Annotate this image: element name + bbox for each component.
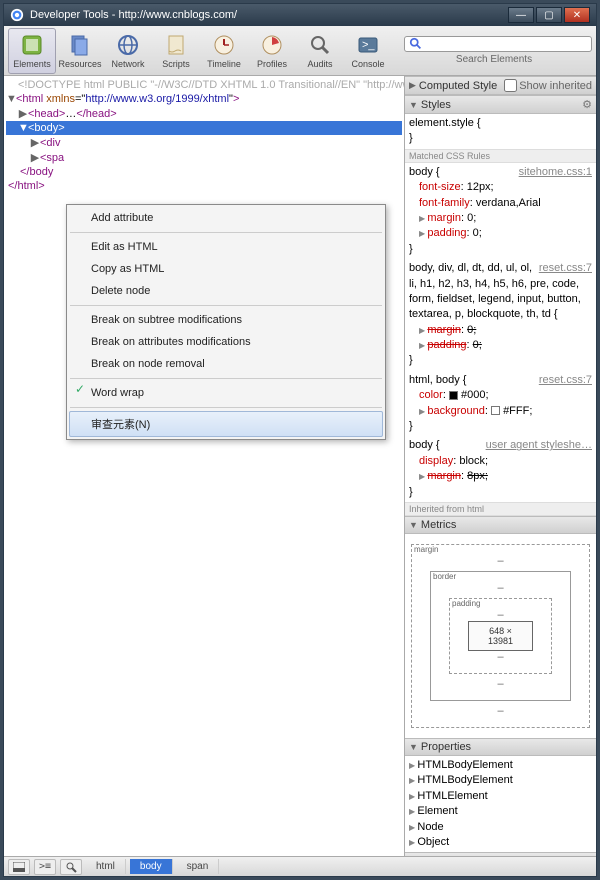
search-hint: Search Elements xyxy=(396,52,592,65)
body-close[interactable]: </body xyxy=(6,165,402,179)
context-menu: Add attribute Edit as HTMLCopy as HTMLDel… xyxy=(66,204,386,440)
property-item[interactable]: ▶ Element xyxy=(409,804,592,819)
metrics-header[interactable]: ▼Metrics xyxy=(405,516,596,534)
css-rule[interactable]: reset.css:7html, body {color: #000;▶ bac… xyxy=(405,371,596,437)
expand-icon[interactable]: ▼ xyxy=(6,93,16,105)
css-rule[interactable]: reset.css:7body, div, dl, dt, dd, ul, ol… xyxy=(405,259,596,371)
console-toggle[interactable]: >≡ xyxy=(34,859,56,875)
show-inherited-toggle[interactable]: Show inherited xyxy=(504,79,592,92)
context-menu-item[interactable]: Break on node removal xyxy=(69,353,383,375)
html-close[interactable]: </html> xyxy=(6,179,402,193)
audits-icon xyxy=(308,33,332,57)
expand-icon[interactable]: ▼ xyxy=(18,122,28,134)
search-box[interactable] xyxy=(404,36,592,52)
elements-tree[interactable]: <!DOCTYPE html PUBLIC "-//W3C//DTD XHTML… xyxy=(4,76,404,856)
close-button[interactable]: ✕ xyxy=(564,7,590,23)
window-title: Developer Tools - http://www.cnblogs.com… xyxy=(30,9,237,21)
breadcrumb-span[interactable]: span xyxy=(177,859,220,874)
elements-icon xyxy=(20,33,44,57)
inherited-label: Inherited from html xyxy=(405,502,596,516)
dock-button[interactable] xyxy=(8,859,30,875)
css-rule[interactable]: sitehome.css:1body {font-size: 12px;font… xyxy=(405,163,596,259)
property-item[interactable]: ▶ HTMLBodyElement xyxy=(409,773,592,788)
box-content: 648 × 13981 xyxy=(468,621,533,651)
context-menu-item[interactable]: Break on subtree modifications xyxy=(69,309,383,331)
css-rule[interactable]: user agent styleshe…body {display: block… xyxy=(405,436,596,502)
breadcrumb-html[interactable]: html xyxy=(86,859,126,874)
context-menu-item[interactable]: Word wrap xyxy=(69,382,383,404)
context-menu-item[interactable]: 审查元素(N) xyxy=(69,411,383,437)
breadcrumb-body[interactable]: body xyxy=(130,859,173,874)
context-menu-item[interactable]: Copy as HTML xyxy=(69,258,383,280)
box-model: margin– border– padding– 648 × 13981 – –… xyxy=(405,534,596,738)
tab-timeline[interactable]: Timeline xyxy=(200,28,248,74)
property-item[interactable]: ▶ HTMLElement xyxy=(409,789,592,804)
svg-text:>_: >_ xyxy=(362,39,375,51)
context-menu-item[interactable]: Edit as HTML xyxy=(69,236,383,258)
expand-icon[interactable]: ▶ xyxy=(30,136,40,149)
console-icon: >_ xyxy=(356,33,380,57)
inspect-button[interactable] xyxy=(60,859,82,875)
element-style-rule[interactable]: element.style { } xyxy=(405,114,596,149)
property-item[interactable]: ▶ HTMLBodyElement xyxy=(409,758,592,773)
div-line[interactable]: ▶<div xyxy=(6,135,402,150)
computed-style-header[interactable]: ▶Computed StyleShow inherited xyxy=(405,76,596,95)
body-line-selected[interactable]: ▼<body> xyxy=(6,121,402,135)
scripts-icon xyxy=(164,33,188,57)
styles-header[interactable]: ▼Styles⚙ xyxy=(405,95,596,114)
doctype-line[interactable]: <!DOCTYPE html PUBLIC "-//W3C//DTD XHTML… xyxy=(6,78,402,92)
context-menu-item[interactable]: Add attribute xyxy=(69,207,383,229)
expand-icon[interactable]: ▶ xyxy=(30,151,40,164)
html-open[interactable]: ▼<html xmlns="http://www.w3.org/1999/xht… xyxy=(6,92,402,106)
property-item[interactable]: ▶ Object xyxy=(409,835,592,850)
minimize-button[interactable]: — xyxy=(508,7,534,23)
styles-sidebar: ▶Computed StyleShow inherited ▼Styles⚙ e… xyxy=(404,76,596,856)
network-icon xyxy=(116,33,140,57)
tab-profiles[interactable]: Profiles xyxy=(248,28,296,74)
head-line[interactable]: ▶<head>…</head> xyxy=(6,106,402,121)
titlebar: Developer Tools - http://www.cnblogs.com… xyxy=(4,4,596,26)
tab-audits[interactable]: Audits xyxy=(296,28,344,74)
search-input[interactable] xyxy=(427,38,587,50)
toolbar: Elements Resources Network Scripts Timel… xyxy=(4,26,596,76)
property-item[interactable]: ▶ Node xyxy=(409,820,592,835)
profiles-icon xyxy=(260,33,284,57)
tab-console[interactable]: >_ Console xyxy=(344,28,392,74)
gear-icon[interactable]: ⚙ xyxy=(582,98,592,111)
context-menu-item[interactable]: Delete node xyxy=(69,280,383,302)
tab-elements[interactable]: Elements xyxy=(8,28,56,74)
tab-resources[interactable]: Resources xyxy=(56,28,104,74)
statusbar: >≡ html body span xyxy=(4,856,596,876)
tab-scripts[interactable]: Scripts xyxy=(152,28,200,74)
context-menu-item[interactable]: Break on attributes modifications xyxy=(69,331,383,353)
matched-rules-label: Matched CSS Rules xyxy=(405,149,596,163)
properties-header[interactable]: ▼Properties xyxy=(405,738,596,756)
chrome-icon xyxy=(10,8,24,22)
expand-icon[interactable]: ▶ xyxy=(18,107,28,120)
spa-line[interactable]: ▶<spa xyxy=(6,150,402,165)
resources-icon xyxy=(68,33,92,57)
timeline-icon xyxy=(212,33,236,57)
maximize-button[interactable]: ▢ xyxy=(536,7,562,23)
tab-network[interactable]: Network xyxy=(104,28,152,74)
search-icon xyxy=(409,37,423,51)
